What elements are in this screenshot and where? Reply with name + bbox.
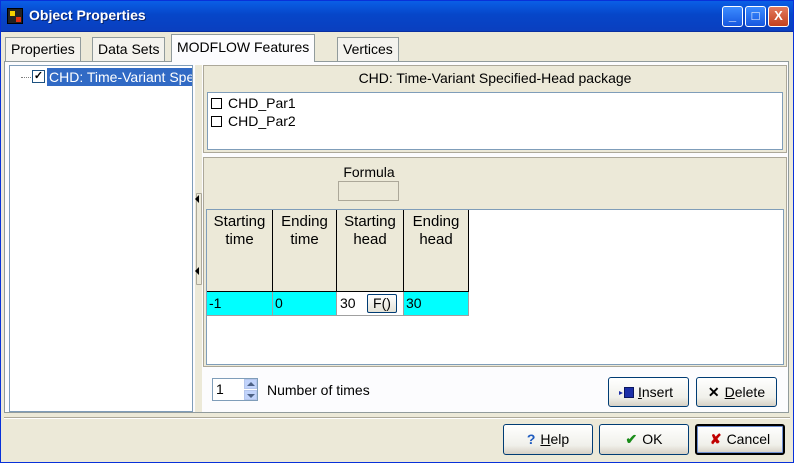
header-line: Starting <box>213 213 266 230</box>
cell-ending-head[interactable]: 30 <box>404 292 469 316</box>
tree-item-checkbox[interactable]: ✓ <box>32 70 45 83</box>
header-line: Ending <box>281 213 328 230</box>
column-header-starting-head[interactable]: Starting head <box>337 210 404 292</box>
cell-starting-head-value: 30 <box>340 295 356 311</box>
parameter-checkbox[interactable] <box>211 116 222 127</box>
time-grid[interactable]: Starting time Ending time Starting head … <box>206 209 784 365</box>
parameter-list[interactable]: CHD_Par1 CHD_Par2 <box>207 92 783 150</box>
insert-row-icon <box>618 387 634 398</box>
parameter-item[interactable]: CHD_Par2 <box>211 112 296 130</box>
footer-separator <box>4 417 790 419</box>
formula-field[interactable] <box>338 181 399 201</box>
spin-up-icon[interactable] <box>244 379 257 389</box>
splitter-left-arrow-icon[interactable] <box>195 267 199 275</box>
header-line: head <box>419 231 453 248</box>
help-button[interactable]: ? Help <box>503 424 593 455</box>
help-accel: H <box>540 431 551 447</box>
cancel-button[interactable]: ✘ Cancel <box>695 424 785 455</box>
feature-tree[interactable]: ✓ CHD: Time-Variant Specified-Head packa… <box>9 65 193 412</box>
delete-accel: D <box>724 384 735 400</box>
panel-splitter[interactable] <box>195 65 202 412</box>
parameter-label: CHD_Par1 <box>228 95 296 111</box>
cell-ending-time[interactable]: 0 <box>273 292 337 316</box>
tab-modflow-features[interactable]: MODFLOW Features <box>171 34 316 62</box>
header-line: Ending <box>412 213 460 230</box>
header-line: Starting <box>344 213 396 230</box>
package-title: CHD: Time-Variant Specified-Head package <box>358 70 632 86</box>
delete-x-icon: ✕ <box>707 384 720 400</box>
delete-label: elete <box>734 384 766 400</box>
parameter-item[interactable]: CHD_Par1 <box>211 94 296 112</box>
ok-check-icon: ✔ <box>625 431 638 447</box>
delete-button[interactable]: ✕ Delete <box>696 377 777 407</box>
tab-data-sets[interactable]: Data Sets <box>92 37 166 61</box>
number-of-times-label: Number of times <box>267 382 370 398</box>
object-properties-window: Object Properties _ □ X Properties Data … <box>0 0 794 463</box>
insert-label: nsert <box>641 384 673 400</box>
ok-button[interactable]: ✔ OK <box>599 424 689 455</box>
number-of-times-spinner[interactable]: 1 <box>212 378 258 401</box>
help-question-icon: ? <box>526 431 536 447</box>
insert-button[interactable]: Insert <box>608 377 689 407</box>
column-header-starting-time[interactable]: Starting time <box>207 210 273 292</box>
tab-properties[interactable]: Properties <box>5 37 81 61</box>
formula-label: Formula <box>343 164 395 180</box>
parameter-label: CHD_Par2 <box>228 113 296 129</box>
maximize-button[interactable]: □ <box>745 6 766 27</box>
header-line: time <box>225 231 254 248</box>
number-of-times-value: 1 <box>216 381 224 397</box>
cell-starting-head[interactable]: 30 F() <box>337 292 404 316</box>
parameter-checkbox[interactable] <box>211 98 222 109</box>
help-label: elp <box>550 431 570 447</box>
cancel-label: Cancel <box>726 431 771 447</box>
header-line: head <box>353 231 387 248</box>
ok-label: OK <box>642 431 663 447</box>
package-panel: CHD: Time-Variant Specified-Head package… <box>203 65 787 153</box>
title-bar[interactable]: Object Properties _ □ X <box>1 1 793 32</box>
header-line: time <box>290 231 319 248</box>
formula-editor-button[interactable]: F() <box>367 294 397 313</box>
spin-down-icon[interactable] <box>244 390 257 400</box>
minimize-button[interactable]: _ <box>722 6 743 27</box>
window-title: Object Properties <box>29 7 146 23</box>
tree-item-chd[interactable]: CHD: Time-Variant Specified-Head package <box>47 68 192 86</box>
cell-starting-time[interactable]: -1 <box>207 292 273 316</box>
column-header-ending-head[interactable]: Ending head <box>404 210 469 292</box>
app-icon <box>7 8 23 24</box>
column-header-ending-time[interactable]: Ending time <box>273 210 337 292</box>
splitter-left-arrow-icon[interactable] <box>195 195 199 203</box>
cancel-x-icon: ✘ <box>709 431 722 447</box>
tab-vertices[interactable]: Vertices <box>337 37 399 61</box>
close-button[interactable]: X <box>768 6 789 27</box>
